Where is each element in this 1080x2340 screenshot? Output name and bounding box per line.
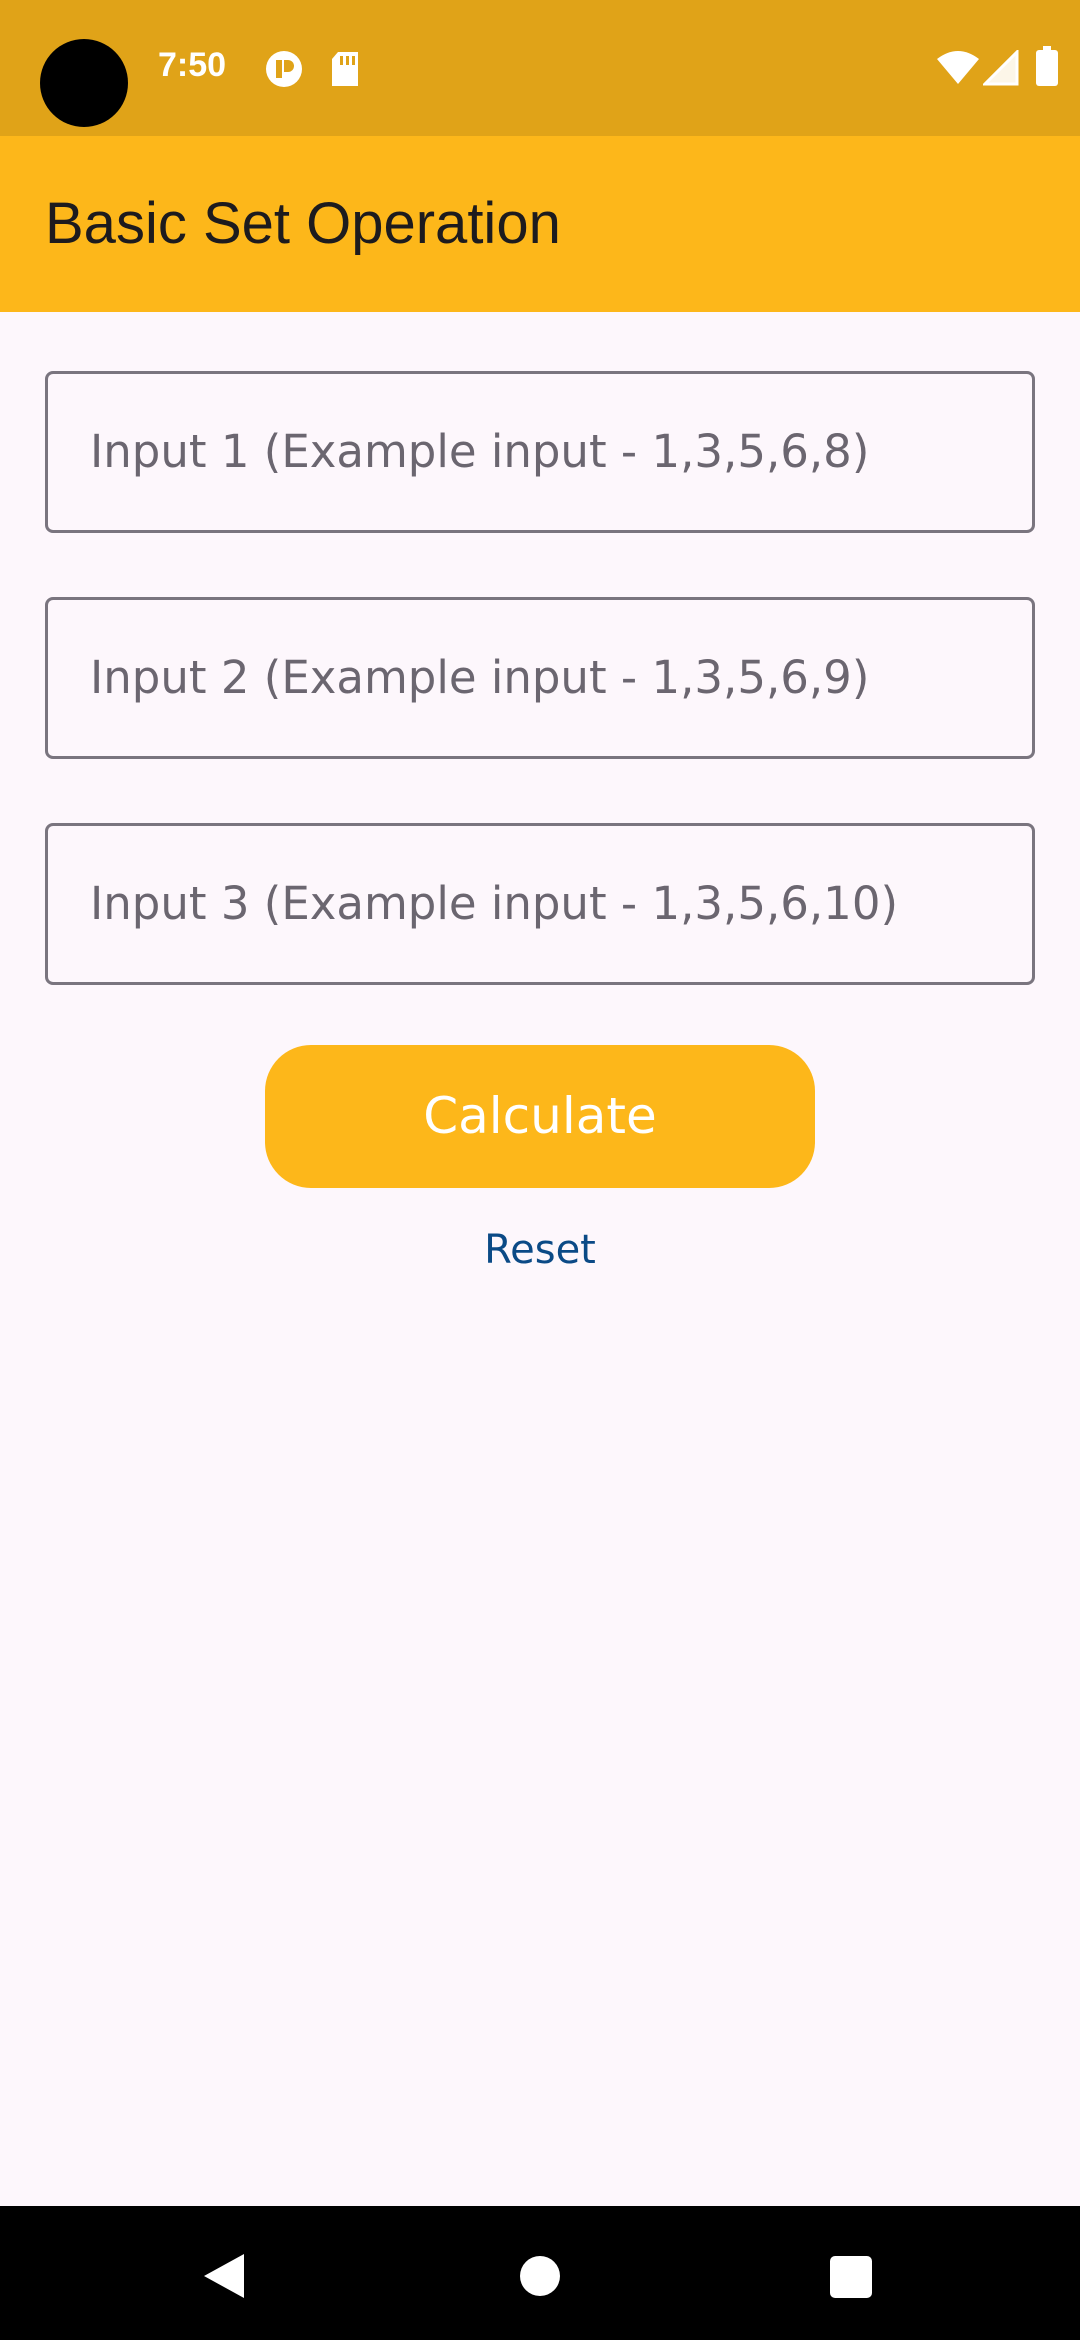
set-input-1-placeholder: Input 1 (Example input - 1,3,5,6,8) xyxy=(90,425,870,478)
set-input-1-field[interactable]: Input 1 (Example input - 1,3,5,6,8) xyxy=(45,371,1035,533)
notification-icon xyxy=(266,51,302,87)
signal-icon xyxy=(983,50,1019,86)
status-bar: 7:50 xyxy=(0,0,1080,136)
calculate-button[interactable]: Calculate xyxy=(265,1045,815,1188)
set-input-3-field[interactable]: Input 3 (Example input - 1,3,5,6,10) xyxy=(45,823,1035,985)
set-input-2-field[interactable]: Input 2 (Example input - 1,3,5,6,9) xyxy=(45,597,1035,759)
battery-icon xyxy=(1036,46,1058,86)
navigation-bar xyxy=(0,2206,1080,2340)
status-time: 7:50 xyxy=(158,46,227,84)
recents-icon[interactable] xyxy=(830,2256,872,2298)
back-icon[interactable] xyxy=(202,2252,246,2300)
set-input-3-placeholder: Input 3 (Example input - 1,3,5,6,10) xyxy=(90,877,899,930)
page-title: Basic Set Operation xyxy=(45,191,561,256)
set-input-2-placeholder: Input 2 (Example input - 1,3,5,6,9) xyxy=(90,651,870,704)
wifi-icon xyxy=(937,51,979,84)
camera-cutout xyxy=(40,39,128,127)
home-icon[interactable] xyxy=(520,2256,560,2296)
sd-card-icon xyxy=(332,52,358,86)
reset-button[interactable]: Reset xyxy=(440,1220,640,1280)
